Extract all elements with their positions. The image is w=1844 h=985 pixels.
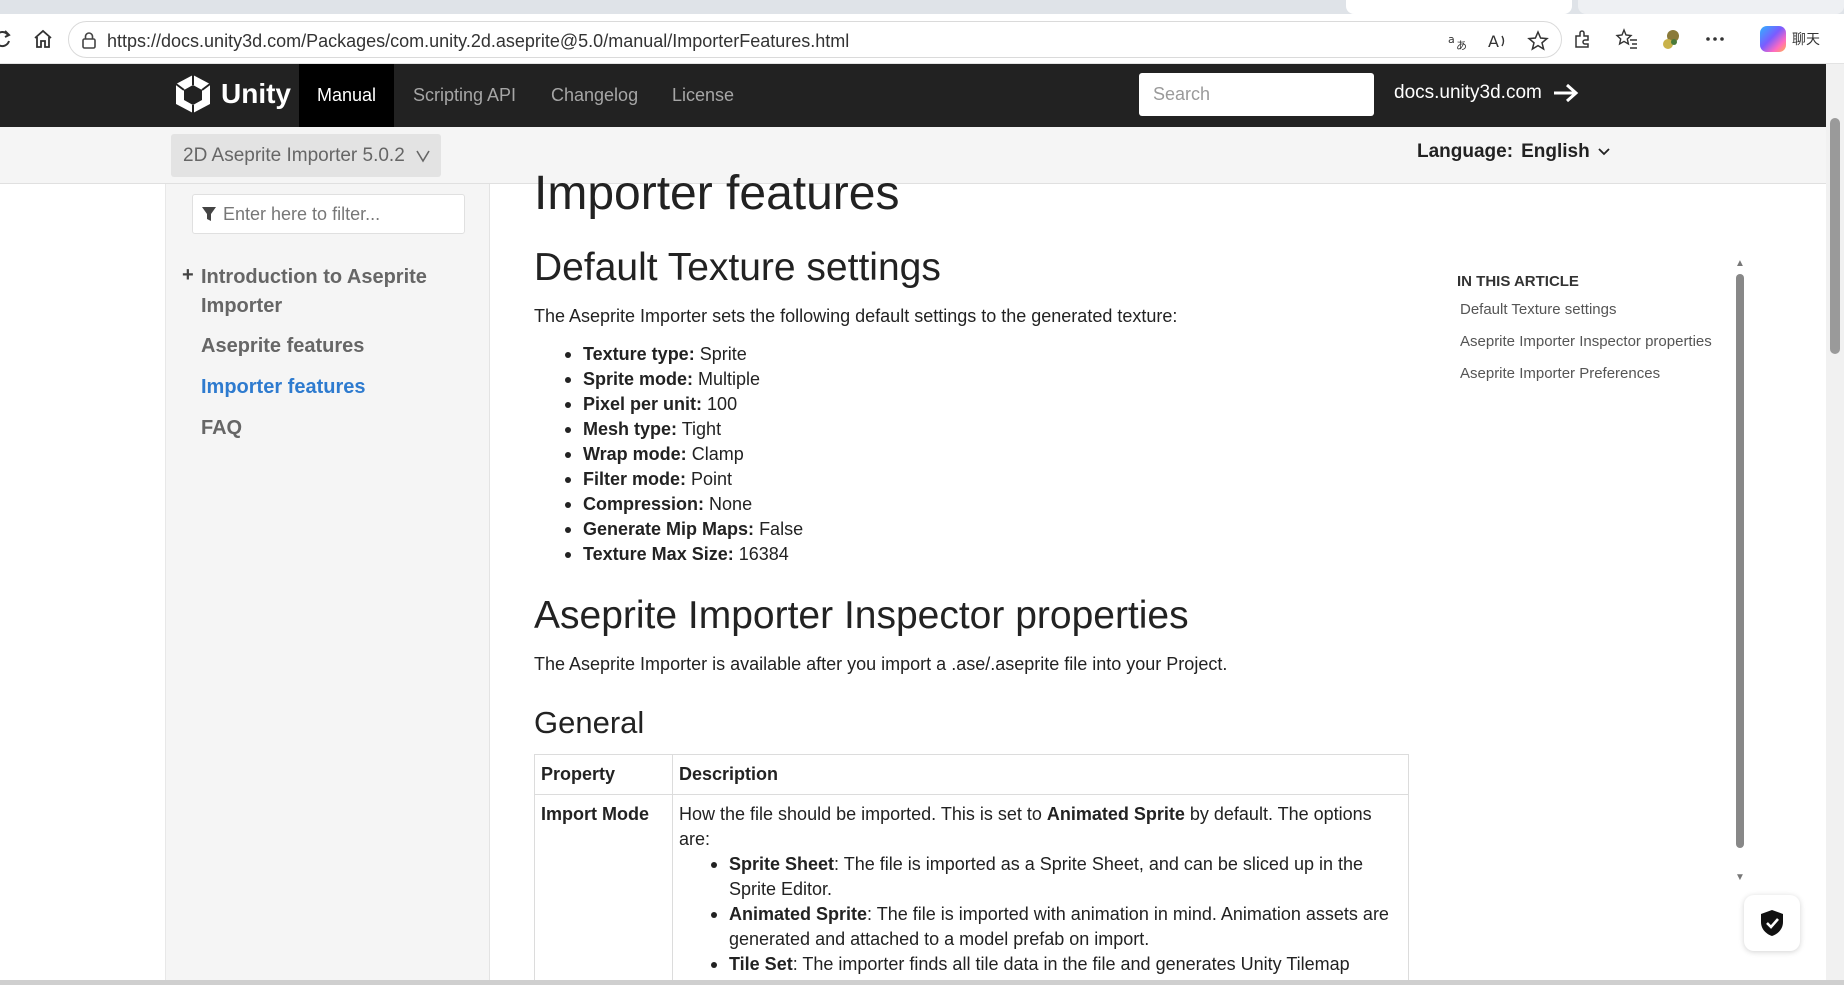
language-selector[interactable]: Language: English: [1417, 141, 1610, 163]
nav-changelog[interactable]: Changelog: [533, 64, 656, 127]
scroll-thumb[interactable]: [1736, 274, 1744, 848]
nav-manual[interactable]: Manual: [299, 64, 395, 127]
profile-avatar-icon[interactable]: [1658, 26, 1684, 52]
page-scroll-thumb[interactable]: [1830, 118, 1840, 354]
table-cell-description: How the file should be imported. This is…: [673, 795, 1408, 985]
nav-scripting-api[interactable]: Scripting API: [395, 64, 534, 127]
section-heading-inspector: Aseprite Importer Inspector properties: [534, 594, 1189, 637]
default-settings-list: Texture type: Sprite Sprite mode: Multip…: [564, 342, 803, 567]
sidebar-item-faq[interactable]: FAQ: [201, 414, 242, 443]
list-item: Sprite Sheet: The file is imported as a …: [711, 852, 1402, 902]
in-this-article: IN THIS ARTICLE Default Texture settings…: [1457, 273, 1737, 397]
in-this-article-label: IN THIS ARTICLE: [1457, 273, 1579, 290]
sidebar-item-importer-features[interactable]: Importer features: [201, 373, 366, 402]
list-item: Animated Sprite: The file is imported wi…: [711, 902, 1402, 952]
version-label: 2D Aseprite Importer 5.0.2: [183, 144, 405, 166]
extensions-icon[interactable]: [1570, 26, 1596, 52]
arrow-right-icon: [1553, 83, 1579, 103]
copilot-label: 聊天: [1792, 31, 1820, 47]
translate-icon[interactable]: aあ: [1445, 28, 1471, 54]
expand-plus-icon[interactable]: +: [182, 264, 194, 287]
unity-cube-icon: [175, 75, 211, 113]
chevron-down-icon: [1598, 148, 1610, 156]
lock-icon[interactable]: [79, 30, 99, 50]
content-scrollbar[interactable]: ▲ ▼: [1734, 258, 1746, 883]
left-sidebar: + Introduction to Aseprite Importer Asep…: [165, 184, 490, 980]
subsection-heading-general: General: [534, 705, 645, 740]
list-item: Sprite mode: Multiple: [564, 367, 803, 392]
window-bottom-edge: [0, 980, 1844, 985]
read-aloud-icon[interactable]: A: [1485, 28, 1511, 54]
unity-brand-text: Unity: [221, 78, 291, 109]
search-input[interactable]: [1139, 73, 1374, 116]
filter-icon: [202, 207, 216, 221]
table-row: Import Mode How the file should be impor…: [535, 795, 1408, 985]
home-icon[interactable]: [28, 24, 58, 54]
list-item: Wrap mode: Clamp: [564, 442, 803, 467]
language-value: English: [1521, 141, 1590, 162]
sidebar-item-label-line1: Introduction to Aseprite: [201, 266, 427, 288]
inactive-tab[interactable]: [1578, 0, 1844, 14]
filter-input[interactable]: [223, 195, 463, 233]
unity-top-nav: Unity Manual Scripting API Changelog Lic…: [0, 64, 1826, 127]
list-item: Texture type: Sprite: [564, 342, 803, 367]
shield-check-icon: [1761, 910, 1783, 936]
copilot-icon: [1760, 26, 1786, 52]
docs-home-link[interactable]: docs.unity3d.com: [1394, 82, 1580, 104]
url-text[interactable]: https://docs.unity3d.com/Packages/com.un…: [107, 31, 849, 52]
table-header-description: Description: [673, 755, 1408, 795]
page-title: Importer features: [534, 167, 900, 220]
more-options-icon[interactable]: [1702, 26, 1728, 52]
favorites-bar-icon[interactable]: [1614, 26, 1640, 52]
list-item: Mesh type: Tight: [564, 417, 803, 442]
svg-text:a: a: [1448, 33, 1455, 46]
address-bar[interactable]: https://docs.unity3d.com/Packages/com.un…: [68, 21, 1562, 58]
svg-text:A: A: [1488, 32, 1499, 51]
browser-toolbar: https://docs.unity3d.com/Packages/com.un…: [0, 14, 1844, 64]
section-intro: The Aseprite Importer is available after…: [534, 654, 1228, 674]
docs-link-text: docs.unity3d.com: [1394, 82, 1542, 103]
copilot-button[interactable]: 聊天: [1760, 26, 1820, 52]
toc-link-inspector-properties[interactable]: Aseprite Importer Inspector properties: [1460, 333, 1737, 350]
scroll-up-arrow-icon[interactable]: ▲: [1735, 258, 1745, 269]
docs-search: [1139, 73, 1374, 116]
toc-link-default-texture[interactable]: Default Texture settings: [1460, 301, 1737, 318]
list-item: Compression: None: [564, 492, 803, 517]
section-intro: The Aseprite Importer sets the following…: [534, 306, 1178, 326]
section-heading-default-texture: Default Texture settings: [534, 246, 941, 289]
sidebar-item-aseprite-features[interactable]: Aseprite features: [201, 332, 364, 361]
table-cell-property: Import Mode: [535, 795, 673, 985]
version-selector[interactable]: 2D Aseprite Importer 5.0.2: [171, 134, 441, 177]
scroll-down-arrow-icon[interactable]: ▼: [1735, 872, 1745, 883]
import-mode-options: Sprite Sheet: The file is imported as a …: [711, 852, 1402, 985]
favorite-star-icon[interactable]: [1525, 28, 1551, 54]
filter-box: [192, 194, 465, 234]
list-item: Pixel per unit: 100: [564, 392, 803, 417]
active-tab[interactable]: [1346, 0, 1572, 14]
svg-text:あ: あ: [1456, 39, 1467, 52]
unity-logo[interactable]: Unity: [173, 73, 291, 115]
page-scrollbar[interactable]: [1826, 64, 1844, 980]
table-header-row: Property Description: [535, 755, 1408, 795]
sidebar-item-label-line2: Importer: [201, 295, 283, 317]
security-shield-button[interactable]: [1744, 895, 1800, 951]
table-header-property: Property: [535, 755, 673, 795]
language-label: Language:: [1417, 141, 1514, 162]
sidebar-item-introduction[interactable]: Introduction to Aseprite Importer: [201, 263, 427, 321]
version-bar: 2D Aseprite Importer 5.0.2 Language: Eng…: [0, 127, 1826, 184]
list-item: Filter mode: Point: [564, 467, 803, 492]
nav-license[interactable]: License: [654, 64, 752, 127]
properties-table: Property Description Import Mode How the…: [534, 754, 1409, 985]
refresh-icon[interactable]: [0, 24, 18, 54]
tab-strip: [0, 0, 1844, 14]
list-item: Generate Mip Maps: False: [564, 517, 803, 542]
list-item: Texture Max Size: 16384: [564, 542, 803, 567]
chevron-down-icon: [416, 150, 430, 163]
toc-link-preferences[interactable]: Aseprite Importer Preferences: [1460, 365, 1737, 382]
